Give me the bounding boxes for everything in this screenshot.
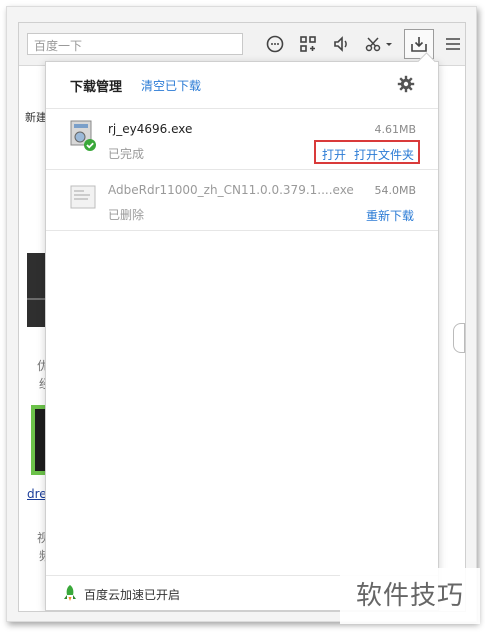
speaker-icon[interactable] [332,34,352,54]
watermark-text: 软件技巧 [340,568,480,624]
side-scroll-handle[interactable] [453,323,465,353]
download-manager-panel: 下载管理 清空已下载 rj_ey4696.exe 已完成 4.61MB 打开 打… [45,52,439,611]
rocket-icon [62,584,78,602]
panel-title: 下载管理 [70,80,123,95]
panel-header: 下载管理 清空已下载 [46,62,438,109]
file-size: 4.61MB [374,123,416,136]
open-file-link[interactable]: 打开 [322,146,346,163]
open-folder-link[interactable]: 打开文件夹 [354,146,414,163]
search-input[interactable]: 百度一下 [27,33,243,55]
chevron-down-icon[interactable] [385,34,393,54]
page-text: 新建 [25,111,47,124]
file-name: rj_ey4696.exe [108,122,193,136]
browser-window: 百度一下 新建 优 经 dre 视 频 设开 [18,22,466,612]
accelerator-status: 百度云加速已开启 [84,588,181,602]
file-name: AdbeRdr11000_zh_CN11.0.0.379.1....exe [108,183,354,197]
gear-icon[interactable] [397,75,415,93]
chat-icon[interactable] [265,34,285,54]
file-icon [68,180,98,214]
menu-icon[interactable] [443,34,463,54]
installer-file-icon [68,119,98,153]
redownload-link[interactable]: 重新下载 [366,207,414,224]
download-status: 已完成 [108,147,145,161]
apps-icon[interactable] [298,34,318,54]
download-status: 已删除 [108,208,145,222]
download-item: AdbeRdr11000_zh_CN11.0.0.379.1....exe 已删… [46,170,438,231]
scissors-icon[interactable] [364,34,384,54]
clear-downloaded-link[interactable]: 清空已下载 [141,77,201,94]
file-size: 54.0MB [374,184,416,197]
page-link[interactable]: dre [27,487,47,501]
browser-toolbar: 百度一下 [19,23,465,66]
download-item: rj_ey4696.exe 已完成 4.61MB 打开 打开文件夹 [46,109,438,170]
